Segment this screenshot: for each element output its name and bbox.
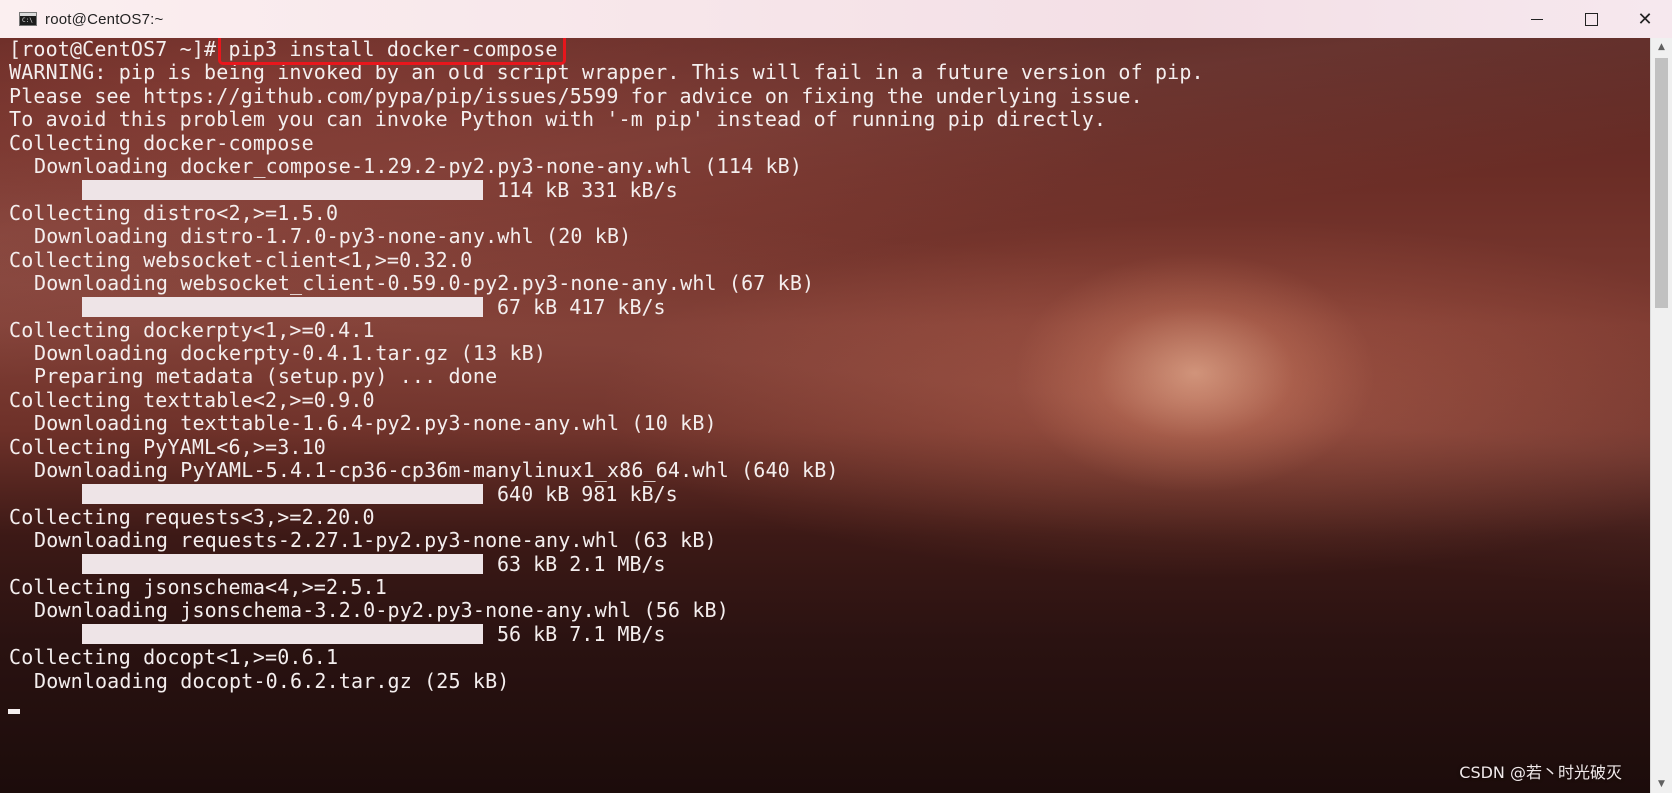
progress-bar: [82, 296, 483, 317]
terminal-cursor: [8, 709, 20, 714]
terminal-line: Collecting PyYAML<6,>=3.10: [9, 434, 326, 459]
terminal-output-area[interactable]: [root@CentOS7 ~]# pip3 install docker-co…: [0, 38, 1650, 793]
terminal-line: Please see https://github.com/pypa/pip/i…: [9, 83, 1143, 108]
scroll-down-arrow-icon[interactable]: ▼: [1651, 775, 1672, 793]
terminal-line: Downloading texttable-1.6.4-py2.py3-none…: [34, 411, 717, 436]
progress-stats: 114 kB 331 kB/s: [497, 178, 678, 203]
terminal-window: C:\ root@CentOS7:~ ✕ [root@CentOS7 ~]# p…: [0, 0, 1672, 793]
typed-command: pip3 install docker-compose: [228, 38, 558, 61]
csdn-watermark: CSDN @若丶时光破灭: [1459, 763, 1622, 782]
terminal-line: Collecting docopt<1,>=0.6.1: [9, 645, 339, 670]
progress-stats: 640 kB 981 kB/s: [497, 482, 678, 507]
prompt-line: [root@CentOS7 ~]# pip3 install docker-co…: [9, 38, 1204, 61]
terminal-line: To avoid this problem you can invoke Pyt…: [9, 107, 1107, 132]
terminal-line: Downloading distro-1.7.0-py3-none-any.wh…: [34, 224, 632, 249]
console-icon[interactable]: C:\: [19, 12, 37, 26]
terminal-line: Downloading docopt-0.6.2.tar.gz (25 kB): [34, 668, 510, 693]
terminal-line: Downloading jsonschema-3.2.0-py2.py3-non…: [34, 598, 729, 623]
progress-bar: [82, 624, 483, 645]
terminal-line: Preparing metadata (setup.py) ... done: [34, 364, 498, 389]
close-icon: ✕: [1637, 8, 1653, 30]
download-progress-row: 56 kB 7.1 MB/s: [9, 622, 1204, 647]
scroll-up-arrow-icon[interactable]: ▲: [1651, 38, 1672, 56]
progress-stats: 56 kB 7.1 MB/s: [497, 622, 666, 647]
terminal-line: Collecting websocket-client<1,>=0.32.0: [9, 247, 473, 272]
scroll-thumb[interactable]: [1655, 58, 1668, 308]
minimize-button[interactable]: [1510, 0, 1564, 38]
progress-bar: [82, 180, 483, 201]
terminal-line: Downloading PyYAML-5.4.1-cp36-cp36m-many…: [34, 458, 839, 483]
minimize-icon: [1531, 18, 1543, 20]
shell-prompt: [root@CentOS7 ~]#: [9, 38, 229, 61]
progress-stats: 63 kB 2.1 MB/s: [497, 552, 666, 577]
terminal-line: Collecting texttable<2,>=0.9.0: [9, 387, 375, 412]
terminal-line: Collecting docker-compose: [9, 130, 314, 155]
vertical-scrollbar[interactable]: ▲ ▼: [1650, 38, 1672, 793]
terminal-line: WARNING: pip is being invoked by an old …: [9, 60, 1204, 85]
progress-bar: [82, 484, 483, 505]
maximize-icon: [1584, 12, 1598, 26]
download-progress-row: 114 kB 331 kB/s: [9, 178, 1204, 203]
terminal-line: Downloading requests-2.27.1-py2.py3-none…: [34, 528, 717, 553]
window-controls: ✕: [1510, 0, 1672, 38]
console-icon-label: C:\: [22, 17, 33, 24]
title-bar[interactable]: C:\ root@CentOS7:~ ✕: [0, 0, 1672, 38]
download-progress-row: 640 kB 981 kB/s: [9, 482, 1204, 507]
progress-bar: [82, 554, 483, 575]
terminal-line: Collecting requests<3,>=2.20.0: [9, 504, 375, 529]
maximize-button[interactable]: [1564, 0, 1618, 38]
progress-stats: 67 kB 417 kB/s: [497, 295, 666, 319]
terminal-line: Collecting jsonschema<4,>=2.5.1: [9, 574, 387, 599]
close-button[interactable]: ✕: [1618, 0, 1672, 38]
terminal-line: Collecting distro<2,>=1.5.0: [9, 200, 339, 225]
terminal-line: Downloading websocket_client-0.59.0-py2.…: [34, 270, 815, 295]
terminal-line: Downloading docker_compose-1.29.2-py2.py…: [34, 153, 803, 178]
terminal-line: Collecting dockerpty<1,>=0.4.1: [9, 317, 375, 342]
download-progress-row: 63 kB 2.1 MB/s: [9, 552, 1204, 577]
download-progress-row: 67 kB 417 kB/s: [9, 295, 1204, 319]
window-title: root@CentOS7:~: [45, 10, 164, 28]
terminal-line: Downloading dockerpty-0.4.1.tar.gz (13 k…: [34, 341, 547, 366]
terminal-lines: [root@CentOS7 ~]# pip3 install docker-co…: [9, 38, 1204, 693]
